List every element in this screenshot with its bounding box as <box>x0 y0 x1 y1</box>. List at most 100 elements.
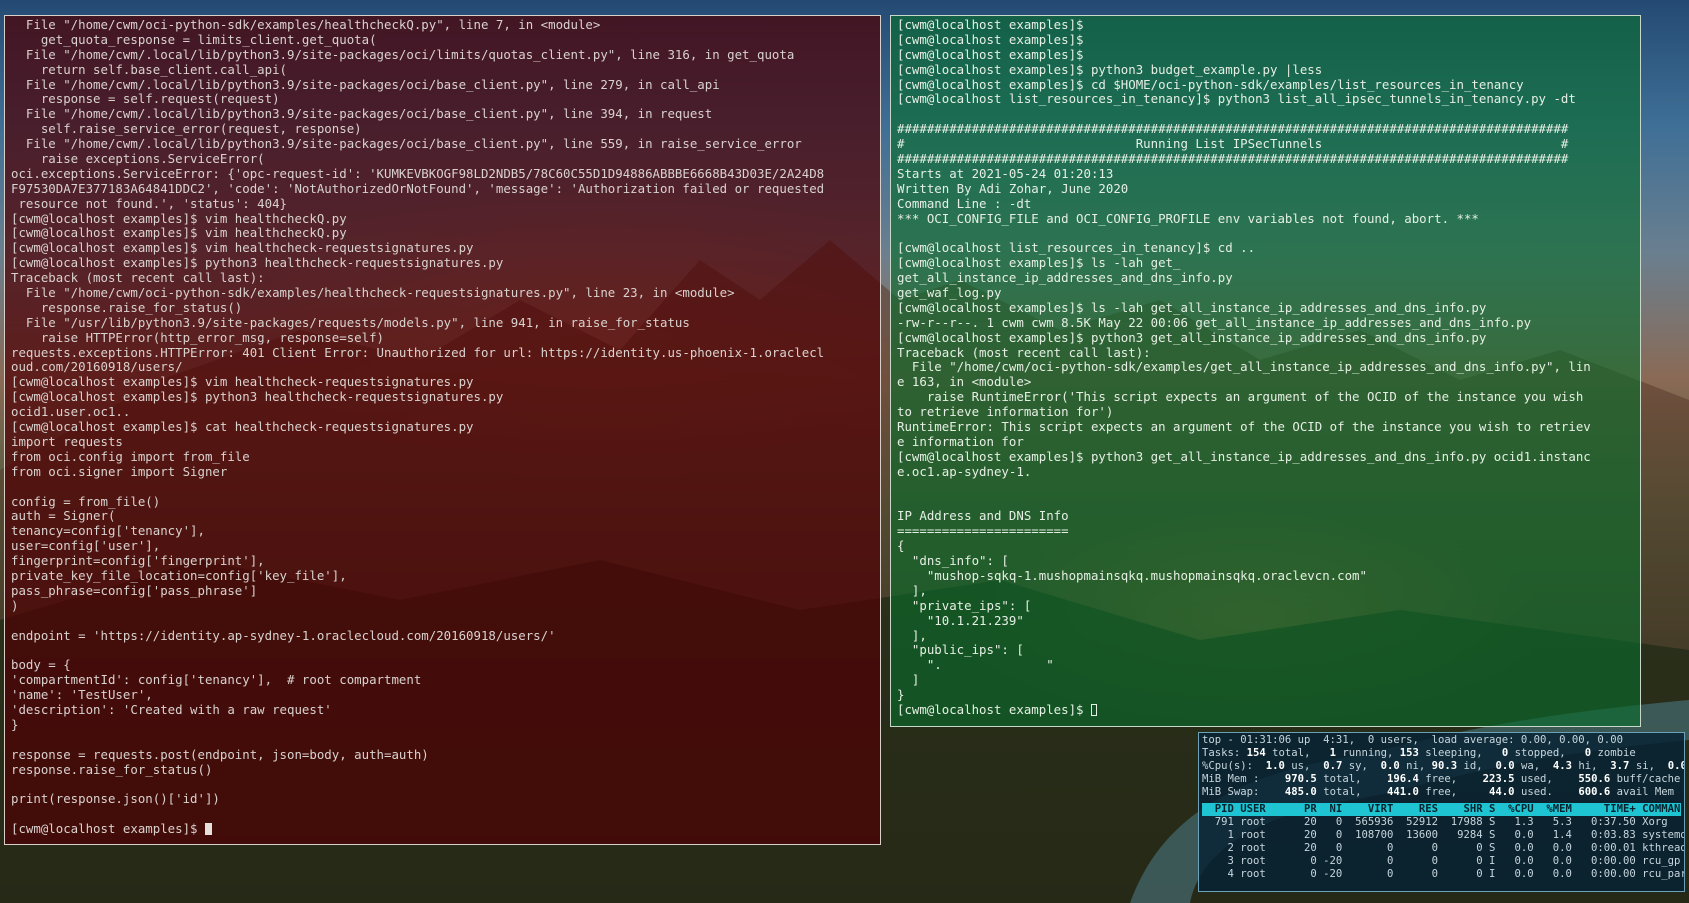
terminal-line: get_waf_log.py <box>897 285 1002 301</box>
process-row: 791 root 20 0 565936 52912 17988 S 1.3 5… <box>1202 816 1668 828</box>
terminal-line: from oci.config import from_file <box>11 448 250 464</box>
top-summary-line: top - 01:31:06 up 4:31, 0 users, load av… <box>1202 734 1623 746</box>
terminal-line: } <box>897 687 905 703</box>
terminal-line: get_all_instance_ip_addresses_and_dns_in… <box>897 270 1233 286</box>
terminal-line: response = self.request(request) <box>11 91 280 107</box>
terminal-line: "mushop-sqkq-1.mushopmainsqkq.mushopmain… <box>897 567 1367 583</box>
terminal-line: ocid1.user.oc1.. <box>11 404 131 420</box>
terminal-line: [cwm@localhost examples]$ python3 health… <box>11 389 504 405</box>
terminal-line: raise exceptions.ServiceError( <box>11 151 265 167</box>
terminal-line: response.raise_for_status() <box>11 299 243 315</box>
process-row: 3 root 0 -20 0 0 0 I 0.0 0.0 0:00.00 rcu… <box>1202 855 1681 867</box>
terminal-line: fingerprint=config['fingerprint'], <box>11 553 265 569</box>
terminal-line: oud.com/20160918/users/ <box>11 359 183 375</box>
top-process-monitor[interactable]: top - 01:31:06 up 4:31, 0 users, load av… <box>1198 732 1685 892</box>
terminal-line: print(response.json()['id']) <box>11 791 220 807</box>
terminal-line: File "/home/cwm/.local/lib/python3.9/sit… <box>11 106 713 122</box>
terminal-prompt-line[interactable]: [cwm@localhost examples]$ <box>11 821 880 837</box>
terminal-line: return self.base_client.call_api( <box>11 61 288 77</box>
terminal-line: F97530DA7E377183A64841DDC2', 'code': 'No… <box>11 180 825 196</box>
terminal-line: Starts at 2021-05-24 01:20:13 <box>897 165 1114 181</box>
terminal-line: 'name': 'TestUser', <box>11 687 153 703</box>
shell-prompt: [cwm@localhost examples]$ <box>11 821 205 837</box>
terminal-line: -rw-r--r--. 1 cwm cwm 8.5K May 22 00:06 … <box>897 314 1532 330</box>
terminal-line: import requests <box>11 433 123 449</box>
terminal-line: body = { <box>11 657 71 673</box>
terminal-line: ) <box>11 597 19 613</box>
top-swap-line: MiB Swap: 485.0 total, 441.0 free, 44.0 … <box>1202 786 1675 798</box>
terminal-line: "10.1.21.239" <box>897 612 1024 628</box>
terminal-line: from oci.signer import Signer <box>11 463 228 479</box>
terminal-line: e.oc1.ap-sydney-1. <box>897 463 1032 479</box>
terminal-line: File "/home/cwm/oci-python-sdk/examples/… <box>11 285 735 301</box>
terminal-line: File "/usr/lib/python3.9/site-packages/r… <box>11 314 690 330</box>
terminal-line: File "/home/cwm/.local/lib/python3.9/sit… <box>11 136 802 152</box>
terminal-line: [cwm@localhost examples]$ ls -lah get_al… <box>897 299 1487 315</box>
terminal-line: Written By Adi Zohar, June 2020 <box>897 180 1129 196</box>
terminal-line: requests.exceptions.HTTPError: 401 Clien… <box>11 344 825 360</box>
terminal-line: self.raise_service_error(request, respon… <box>11 121 362 137</box>
terminal-line: pass_phrase=config['pass_phrase'] <box>11 582 258 598</box>
process-row: 2 root 20 0 0 0 0 S 0.0 0.0 0:00.01 kthr… <box>1202 842 1685 854</box>
terminal-line: [cwm@localhost examples]$ python3 health… <box>11 255 504 271</box>
terminal-line: [cwm@localhost list_resources_in_tenancy… <box>897 91 1576 107</box>
top-cpu-line: %Cpu(s): 1.0 us, 0.7 sy, 0.0 ni, 90.3 id… <box>1202 760 1685 772</box>
text-cursor <box>204 823 212 836</box>
terminal-line: e 163, in <module> <box>897 374 1032 390</box>
terminal-line: config = from_file() <box>11 493 161 509</box>
terminal-line: [cwm@localhost list_resources_in_tenancy… <box>897 240 1256 256</box>
terminal-line: Traceback (most recent call last): <box>11 270 265 286</box>
terminal-line: ======================= <box>897 523 1069 539</box>
terminal-line: } <box>11 716 19 732</box>
terminal-line: [cwm@localhost examples]$ vim healthchec… <box>11 374 474 390</box>
terminal-line: resource not found.', 'status': 404} <box>11 195 288 211</box>
left-terminal-window[interactable]: File "/home/cwm/oci-python-sdk/examples/… <box>4 15 881 845</box>
terminal-prompt-line[interactable]: [cwm@localhost examples]$ <box>897 701 1640 718</box>
terminal-line: File "/home/cwm/.local/lib/python3.9/sit… <box>11 46 795 62</box>
terminal-line: auth = Signer( <box>11 508 116 524</box>
text-cursor <box>1090 703 1097 716</box>
top-process-list: 791 root 20 0 565936 52912 17988 S 1.3 5… <box>1202 816 1684 881</box>
terminal-line: 'compartmentId': config['tenancy'], # ro… <box>11 672 422 688</box>
terminal-line: [cwm@localhost examples]$ python3 budget… <box>897 61 1323 77</box>
top-column-header[interactable]: PID USER PR NI VIRT RES SHR S %CPU %MEM … <box>1202 803 1684 816</box>
terminal-line: IP Address and DNS Info <box>897 508 1069 524</box>
process-row: 4 root 0 -20 0 0 0 I 0.0 0.0 0:00.00 rcu… <box>1202 868 1685 880</box>
terminal-line: ], <box>897 582 927 598</box>
terminal-line: Traceback (most recent call last): <box>897 344 1151 360</box>
terminal-line: "dns_info": [ <box>897 553 1009 569</box>
terminal-line: tenancy=config['tenancy'], <box>11 523 205 539</box>
terminal-line: private_key_file_location=config['key_fi… <box>11 567 347 583</box>
terminal-line: [cwm@localhost examples]$ python3 get_al… <box>897 448 1591 464</box>
terminal-line: [cwm@localhost examples]$ <box>897 31 1084 47</box>
terminal-line: [cwm@localhost examples]$ python3 get_al… <box>897 329 1487 345</box>
process-row: 1 root 20 0 108700 13600 9284 S 0.0 1.4 … <box>1202 829 1685 841</box>
terminal-line: *** OCI_CONFIG_FILE and OCI_CONFIG_PROFI… <box>897 210 1479 226</box>
terminal-line: [cwm@localhost examples]$ vim healthchec… <box>11 210 347 226</box>
terminal-line: get_quota_response = limits_client.get_q… <box>11 31 377 47</box>
right-terminal-window[interactable]: [cwm@localhost examples]$ [cwm@localhost … <box>890 15 1641 727</box>
terminal-line: endpoint = 'https://identity.ap-sydney-1… <box>11 627 556 643</box>
terminal-line: "private_ips": [ <box>897 597 1032 613</box>
shell-prompt: [cwm@localhost examples]$ <box>897 701 1091 717</box>
terminal-line: [cwm@localhost examples]$ cat healthchec… <box>11 419 474 435</box>
terminal-line: [cwm@localhost examples]$ ls -lah get_ <box>897 255 1181 271</box>
terminal-line: response.raise_for_status() <box>11 761 213 777</box>
terminal-line: ] <box>897 672 920 688</box>
terminal-line: [cwm@localhost examples]$ vim healthchec… <box>11 225 347 241</box>
terminal-line: e information for <box>897 433 1024 449</box>
terminal-line: ########################################… <box>897 151 1569 167</box>
terminal-line: [cwm@localhost examples]$ <box>897 46 1084 62</box>
terminal-line: [cwm@localhost examples]$ <box>897 17 1084 32</box>
terminal-line: File "/home/cwm/oci-python-sdk/examples/… <box>11 17 601 32</box>
terminal-line: oci.exceptions.ServiceError: {'opc-reque… <box>11 165 825 181</box>
terminal-line: ########################################… <box>897 121 1569 137</box>
terminal-line: [cwm@localhost examples]$ vim healthchec… <box>11 240 474 256</box>
terminal-line: # Running List IPSecTunnels # <box>897 136 1569 152</box>
